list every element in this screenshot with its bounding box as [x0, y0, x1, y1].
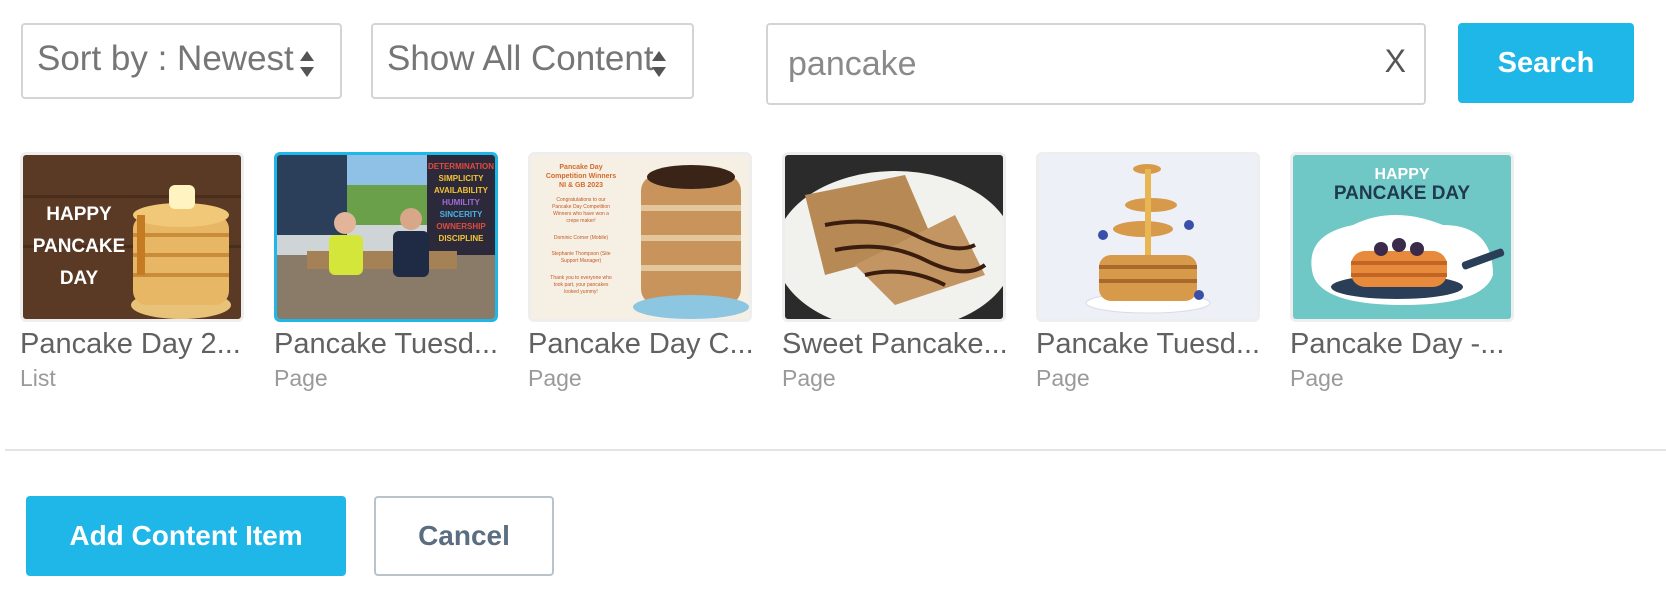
image-text: took part, your pancakes [554, 282, 609, 288]
result-type: List [20, 365, 56, 391]
sort-arrows-icon [652, 51, 666, 77]
image-text: DAY [60, 268, 99, 289]
pancake-competition-image: Pancake Day Competition Winners NI & GB … [531, 155, 749, 319]
result-type: Page [782, 365, 836, 391]
result-type: Page [1290, 365, 1344, 391]
image-text: PANCAKE DAY [1334, 183, 1471, 204]
image-text: DISCIPLINE [439, 234, 485, 243]
crepe-image [785, 155, 1003, 319]
image-text: SINCERITY [440, 210, 483, 219]
result-type: Page [1036, 365, 1090, 391]
result-type: Page [528, 365, 582, 391]
image-text: Pancake Day Competition [552, 204, 610, 210]
result-title: Sweet Pancake... [782, 328, 1008, 360]
sort-select[interactable]: Sort by : Newest [21, 23, 342, 99]
result-type: Page [274, 365, 328, 391]
content-type-select-label: Show All Content [387, 39, 654, 78]
image-text: Thank you to everyone who [550, 275, 612, 281]
result-title: Pancake Day 2... [20, 328, 241, 360]
search-input[interactable] [788, 37, 1348, 91]
image-text: Winners who have won a [553, 211, 609, 217]
search-button[interactable]: Search [1458, 23, 1634, 103]
result-thumbnail [782, 152, 1006, 322]
image-text: DETERMINATION [428, 162, 494, 171]
result-card[interactable]: HAPPY PANCAKE DAY Pancake Day -... Page [1290, 152, 1518, 392]
sort-select-label: Sort by : Newest [37, 39, 294, 78]
result-title: Pancake Day -... [1290, 328, 1505, 360]
image-text: HUMILITY [442, 198, 480, 207]
clear-search-button[interactable]: X [1385, 43, 1406, 80]
result-thumbnail: HAPPY PANCAKE DAY [1290, 152, 1514, 322]
result-card[interactable]: DETERMINATION SIMPLICITY AVAILABILITY HU… [274, 152, 502, 392]
search-field: X [766, 23, 1426, 105]
image-text: SIMPLICITY [439, 174, 485, 183]
pancake-image: HAPPY PANCAKE DAY [23, 155, 241, 319]
image-text: Support Manager) [561, 258, 602, 264]
result-thumbnail: Pancake Day Competition Winners NI & GB … [528, 152, 752, 322]
result-thumbnail [1036, 152, 1260, 322]
image-text: Pancake Day [559, 164, 602, 171]
image-text: AVAILABILITY [434, 186, 489, 195]
result-title: Pancake Day C... [528, 328, 754, 360]
image-text: PANCAKE [33, 236, 126, 257]
result-thumbnail: HAPPY PANCAKE DAY [20, 152, 244, 322]
result-card[interactable]: Pancake Tuesd... Page [1036, 152, 1264, 392]
happy-pancake-day-image: HAPPY PANCAKE DAY [1293, 155, 1511, 319]
cancel-button[interactable]: Cancel [374, 496, 554, 576]
image-text: HAPPY [1374, 166, 1429, 183]
image-text: NI & GB 2023 [559, 182, 603, 189]
result-title: Pancake Tuesd... [1036, 328, 1261, 360]
add-content-item-button[interactable]: Add Content Item [26, 496, 346, 576]
result-card[interactable]: Pancake Day Competition Winners NI & GB … [528, 152, 756, 392]
sort-arrows-icon [300, 51, 314, 77]
image-text: crepe maker! [566, 218, 595, 224]
office-photo-image: DETERMINATION SIMPLICITY AVAILABILITY HU… [277, 155, 495, 319]
image-text: Congratulations to our [556, 197, 606, 203]
image-text: looked yummy! [564, 289, 598, 295]
image-text: HAPPY [46, 204, 112, 225]
image-text: Stephanie Thompson (Site [551, 251, 610, 257]
result-title: Pancake Tuesd... [274, 328, 499, 360]
image-text: Competition Winners [546, 173, 616, 180]
result-thumbnail: DETERMINATION SIMPLICITY AVAILABILITY HU… [274, 152, 498, 322]
image-text: Dominic Corner (Mobile) [554, 235, 609, 241]
image-text: OWNERSHIP [436, 222, 486, 231]
result-card[interactable]: HAPPY PANCAKE DAY Pancake Day 2... List [20, 152, 248, 392]
result-card[interactable]: Sweet Pancake... Page [782, 152, 1010, 392]
divider [5, 449, 1666, 451]
content-type-select[interactable]: Show All Content [371, 23, 694, 99]
flying-pancakes-image [1039, 155, 1257, 319]
